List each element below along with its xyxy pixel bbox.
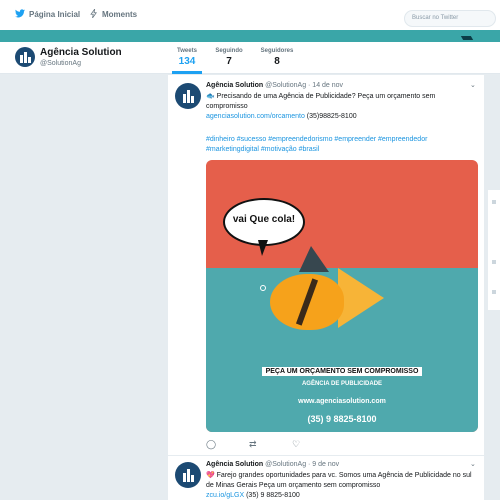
profile-bar: Agência Solution @SolutionAg Tweets 134 … (0, 42, 500, 74)
ad-line-2: AGÊNCIA DE PUBLICIDADE (301, 381, 383, 387)
tweet-link[interactable]: agenciasolution.com/orcamento (206, 113, 305, 120)
nav-home-label: Página Inicial (29, 10, 81, 19)
timeline: Agência Solution @SolutionAg · 14 de nov… (168, 75, 484, 500)
air-bubble (260, 285, 266, 291)
tweet-link[interactable]: zcu.io/gLGX (206, 492, 244, 499)
tweet-body: 💖 Farejo grandes oportunidades para vc. … (206, 472, 472, 489)
avatar[interactable] (15, 47, 35, 67)
stat-value: 8 (274, 56, 280, 67)
profile-handle: @SolutionAg (40, 60, 81, 67)
tab-followers[interactable]: Seguidores 8 (256, 48, 298, 67)
nav-moments-label: Moments (102, 10, 138, 19)
tweet[interactable]: Agência Solution @SolutionAg · 9 de nov … (168, 456, 484, 500)
stat-value: 134 (178, 56, 196, 67)
ad-line-4: (35) 9 8825-8100 (307, 414, 377, 424)
nav-moments[interactable]: Moments (90, 8, 138, 20)
speech-bubble: vai Que cola! (223, 198, 305, 246)
tweet[interactable]: Agência Solution @SolutionAg · 14 de nov… (168, 75, 484, 455)
retweet-icon[interactable]: ⇄ (249, 439, 257, 450)
right-sidebar-edge (488, 190, 500, 310)
shark-fin (299, 246, 329, 272)
tweet-author-name: Agência Solution (206, 461, 264, 468)
like-icon[interactable]: ♡ (292, 439, 300, 450)
fish-tail (338, 268, 384, 328)
tweet-avatar[interactable] (175, 83, 201, 109)
tweet-meta: @SolutionAg · 14 de nov (265, 82, 344, 89)
tweet-hashtags[interactable]: #dinheiro #sucesso #empreendedorismo #em… (206, 135, 476, 155)
bubble-text: vai Que cola! (232, 214, 296, 225)
tweet-meta: @SolutionAg · 9 de nov (265, 461, 340, 468)
tweet-phone: (35)98825-8100 (306, 113, 357, 120)
tweet-avatar[interactable] (175, 462, 201, 488)
chevron-down-icon[interactable]: ⌄ (470, 460, 476, 468)
tweet-body: 🐟 Precisando de uma Agência de Publicida… (206, 93, 436, 110)
search-input[interactable]: Buscar no Twitter (404, 10, 496, 27)
stat-label: Tweets (177, 48, 197, 54)
tweet-phone: (35) 9 8825-8100 (246, 492, 300, 499)
twitter-bird-icon (15, 9, 25, 20)
profile-name[interactable]: Agência Solution (40, 47, 122, 58)
reply-icon[interactable]: ◯ (206, 439, 216, 450)
tweet-author[interactable]: Agência Solution @SolutionAg · 9 de nov (206, 461, 339, 468)
tab-tweets[interactable]: Tweets 134 (172, 48, 202, 74)
chevron-down-icon[interactable]: ⌄ (470, 81, 476, 89)
tweet-image[interactable]: vai Que cola! PEÇA UM ORÇAMENTO SEM COMP… (206, 160, 478, 432)
tweet-author-name: Agência Solution (206, 82, 264, 89)
profile-banner (0, 30, 500, 42)
bubble-tail (258, 240, 268, 256)
tweet-text: 💖 Farejo grandes oportunidades para vc. … (206, 471, 476, 500)
tweet-author[interactable]: Agência Solution @SolutionAg · 14 de nov (206, 82, 343, 89)
ad-line-1: PEÇA UM ORÇAMENTO SEM COMPROMISSO (206, 360, 478, 378)
stat-label: Seguidores (260, 48, 294, 54)
nav-home[interactable]: Página Inicial (15, 9, 80, 20)
lightning-icon (90, 8, 98, 20)
tab-following[interactable]: Seguindo 7 (210, 48, 248, 67)
banner-decoration (460, 36, 474, 40)
tweet-text: 🐟 Precisando de uma Agência de Publicida… (206, 92, 476, 122)
ad-line-3: www.agenciasolution.com (298, 398, 386, 405)
stat-value: 7 (226, 56, 232, 67)
stat-label: Seguindo (215, 48, 243, 54)
